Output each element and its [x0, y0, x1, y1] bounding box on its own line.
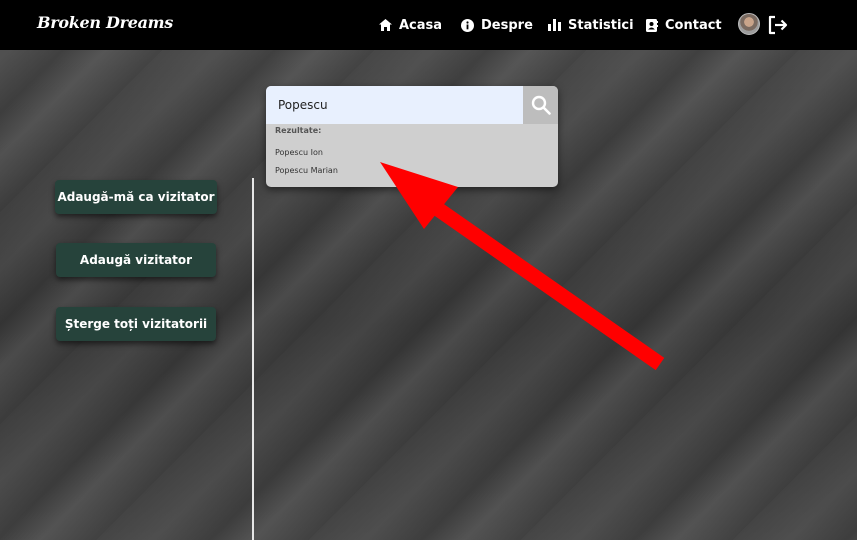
logout-icon[interactable]: [767, 14, 789, 36]
result-item[interactable]: Popescu Ion: [275, 148, 323, 157]
nav-label-acasa: Acasa: [399, 17, 443, 33]
nav-label-statistici: Statistici: [568, 17, 634, 33]
results-label: Rezultate:: [275, 126, 322, 135]
brand-logo[interactable]: Broken Dreams: [37, 13, 173, 32]
nav-item-statistici[interactable]: Statistici: [548, 15, 634, 35]
navbar: Broken Dreams Acasa Despre Statistici Co…: [0, 0, 857, 50]
nav-label-despre: Despre: [481, 17, 533, 33]
info-icon: [461, 18, 474, 32]
nav-item-acasa[interactable]: Acasa: [379, 15, 442, 35]
avatar[interactable]: [738, 13, 760, 35]
nav-item-despre[interactable]: Despre: [461, 15, 533, 35]
bar-chart-icon: [548, 19, 561, 31]
nav-item-contact[interactable]: Contact: [646, 15, 722, 35]
contact-card-icon: [646, 18, 658, 32]
add-visitor-button[interactable]: Adaugă vizitator: [56, 243, 216, 277]
search-icon: [531, 95, 551, 115]
search-panel: Rezultate: Popescu Ion Popescu Marian: [266, 86, 558, 187]
add-me-as-visitor-button[interactable]: Adaugă-mă ca vizitator: [55, 180, 217, 214]
vertical-divider: [252, 178, 254, 540]
search-input[interactable]: [266, 86, 523, 124]
search-button[interactable]: [523, 86, 558, 124]
nav-label-contact: Contact: [665, 17, 722, 33]
delete-all-visitors-button[interactable]: Șterge toți vizitatorii: [56, 307, 216, 341]
result-item[interactable]: Popescu Marian: [275, 166, 338, 175]
home-icon: [379, 19, 392, 31]
